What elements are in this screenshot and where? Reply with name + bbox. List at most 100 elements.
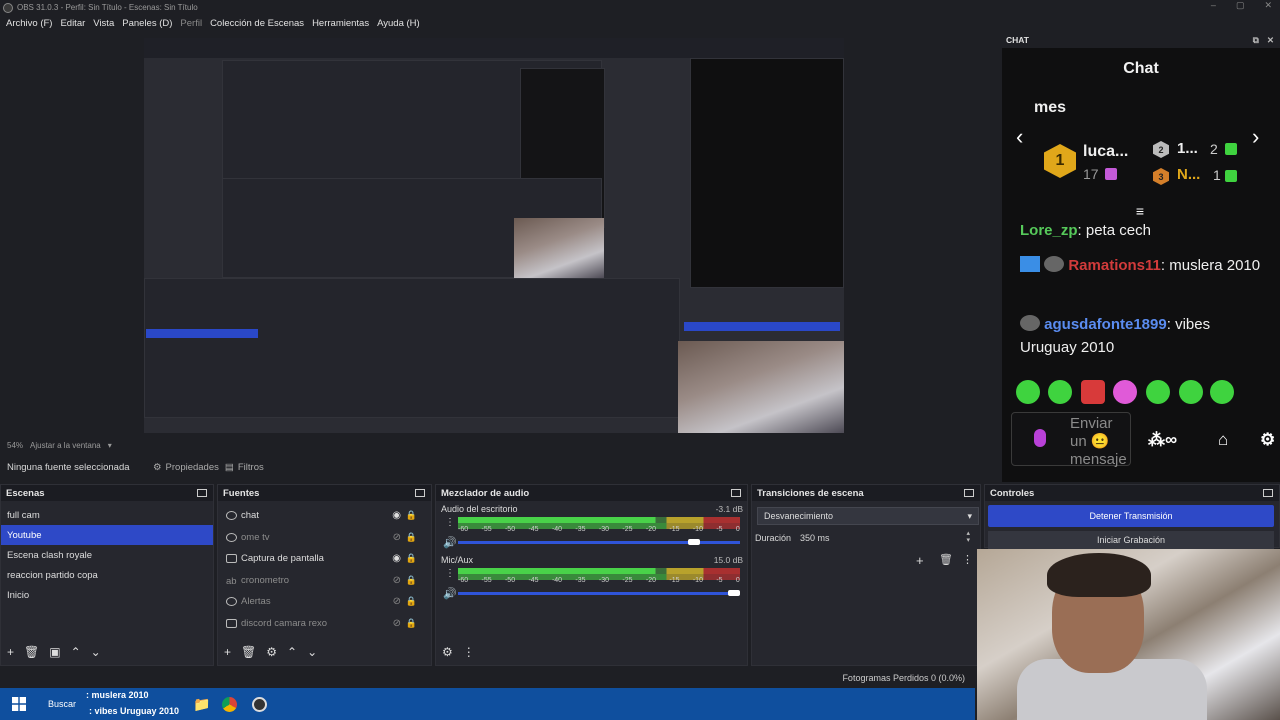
speaker-icon[interactable]: 🔊 (443, 587, 457, 600)
scene-item[interactable]: Escena clash royale (1, 545, 213, 565)
start-recording-button[interactable]: Iniciar Grabación (988, 531, 1274, 549)
menu-ayuda[interactable]: Ayuda (H) (377, 18, 420, 29)
gear-icon[interactable]: ⚙ (442, 645, 453, 659)
lock-icon[interactable]: 🔒 (406, 532, 417, 543)
chat-input[interactable]: Enviar un 😐 mensaje (1011, 412, 1131, 468)
float-icon[interactable] (964, 489, 974, 497)
kebab-menu-icon[interactable]: ⋮ (445, 568, 455, 579)
mic-icon[interactable] (1034, 429, 1046, 447)
eye-icon[interactable]: ◉ (392, 553, 401, 564)
menu-vista[interactable]: Vista (93, 18, 114, 29)
lock-icon[interactable]: 🔒 (406, 553, 417, 564)
close-button[interactable]: ✕ (1264, 0, 1272, 11)
eye-hidden-icon[interactable]: ⊘ (393, 575, 401, 586)
scene-item[interactable]: Inicio (1, 585, 213, 605)
close-icon[interactable]: ✕ (1267, 35, 1274, 46)
chevron-right-icon[interactable]: › (1252, 124, 1259, 150)
transition-select[interactable]: Desvanecimiento ▾ (757, 507, 979, 525)
lock-icon[interactable]: 🔒 (406, 510, 417, 521)
add-icon[interactable]: + (224, 645, 231, 659)
meter-tick-label: -5 (716, 577, 723, 584)
add-icon[interactable]: + (7, 645, 14, 659)
chevron-left-icon[interactable]: ‹ (1016, 124, 1023, 150)
up-icon[interactable]: ⌃ (287, 645, 297, 659)
source-item[interactable]: Captura de pantalla ◉ 🔒 (218, 548, 431, 570)
filters-button[interactable]: ▤ Filtros (225, 462, 264, 473)
windows-start-icon[interactable] (12, 697, 26, 711)
chat-username[interactable]: Ramations11 (1068, 257, 1161, 274)
menu-bar: Archivo (F) Editar Vista Paneles (D) Per… (0, 15, 1000, 32)
folder-icon[interactable]: 📁 (193, 696, 210, 713)
stop-stream-button[interactable]: Detener Transmisión (988, 505, 1274, 527)
eye-icon[interactable]: ◉ (392, 510, 401, 521)
float-icon[interactable]: ⧉ (1253, 35, 1259, 46)
preview-canvas[interactable]: 54% Ajustar a la ventana ▾ (0, 33, 1000, 450)
eye-hidden-icon[interactable]: ⊘ (393, 596, 401, 607)
collapse-pin-icon[interactable]: ≡ (1131, 204, 1149, 218)
source-item[interactable]: Alertas ⊘ 🔒 (218, 591, 431, 613)
down-icon[interactable]: ⌄ (307, 645, 317, 659)
source-item[interactable]: discord camara rexo ⊘ 🔒 (218, 613, 431, 635)
chrome-icon[interactable] (222, 696, 237, 712)
meter-scale: -60 -55 -50 -45 -40 -35 -30 -25 -20 -15 -10 -5 0 (458, 577, 740, 584)
kebab-menu-icon[interactable]: ⋮ (445, 517, 455, 528)
down-icon[interactable]: ⌄ (91, 645, 101, 659)
menu-paneles[interactable]: Paneles (D) (122, 18, 172, 29)
volume-slider-handle[interactable] (687, 539, 700, 545)
eye-hidden-icon[interactable]: ⊘ (393, 532, 401, 543)
lock-icon[interactable]: 🔒 (406, 618, 417, 629)
duration-input[interactable]: 350 ms (800, 533, 830, 543)
trash-icon[interactable]: 🗑 (24, 645, 39, 659)
taskbar-search[interactable]: Buscar (48, 699, 76, 709)
maximize-button[interactable]: ▢ (1236, 0, 1245, 11)
chat-username[interactable]: agusdafonte1899 (1044, 316, 1167, 333)
scene-item[interactable]: Youtube (1, 525, 213, 545)
trash-icon[interactable]: 🗑 (939, 553, 953, 566)
lock-icon[interactable]: 🔒 (406, 575, 417, 586)
add-icon[interactable]: + (916, 553, 924, 568)
menu-perfil[interactable]: Perfil (180, 18, 202, 29)
float-icon[interactable] (197, 489, 207, 497)
float-icon[interactable] (415, 489, 425, 497)
bits-icon[interactable]: ⁂∞ (1148, 430, 1177, 450)
duration-stepper[interactable]: ▴ ▾ (966, 530, 970, 544)
source-item[interactable]: ab cronometro ⊘ 🔒 (218, 570, 431, 592)
kebab-menu-icon[interactable]: ⋮ (962, 553, 973, 566)
kebab-menu-icon[interactable]: ⋮ (463, 645, 475, 659)
gear-icon[interactable]: ⚙ (1260, 430, 1275, 450)
speaker-icon[interactable]: 🔊 (443, 536, 457, 549)
float-icon[interactable] (1263, 489, 1273, 497)
emote-icon (1210, 380, 1234, 404)
chevron-down-icon[interactable]: ▾ (108, 441, 112, 450)
lock-icon[interactable]: 🔒 (406, 596, 417, 607)
properties-button[interactable]: ⚙ Propiedades (153, 462, 219, 473)
volume-slider[interactable] (458, 539, 740, 545)
third-gifter-name: N... (1177, 166, 1201, 183)
trash-icon[interactable]: 🗑 (241, 645, 256, 659)
source-item[interactable]: chat ◉ 🔒 (218, 505, 431, 527)
chat-text: muslera 2010 (1169, 257, 1261, 274)
chat-username[interactable]: Lore_zp (1020, 222, 1078, 239)
menu-editar[interactable]: Editar (60, 18, 85, 29)
fit-window-dropdown[interactable]: Ajustar a la ventana (30, 441, 101, 450)
chat-dock: CHAT ⧉ ✕ Chat mes ‹ › 1 luca... 17 2 1...… (1002, 32, 1280, 482)
minimize-button[interactable]: – (1211, 0, 1216, 11)
obs-taskbar-icon[interactable] (252, 696, 267, 712)
menu-herramientas[interactable]: Herramientas (312, 18, 369, 29)
scene-item[interactable]: full cam (1, 505, 213, 525)
menu-coleccion-escenas[interactable]: Colección de Escenas (210, 18, 304, 29)
eye-hidden-icon[interactable]: ⊘ (393, 618, 401, 629)
store-icon[interactable]: ⌂ (1218, 430, 1228, 450)
controls-title: Controles (990, 487, 1035, 499)
volume-slider[interactable] (458, 590, 740, 596)
gear-icon[interactable]: ⚙ (266, 645, 277, 659)
volume-slider-handle[interactable] (728, 590, 740, 596)
filter-icon[interactable]: ▣ (49, 645, 60, 659)
scene-item[interactable]: reaccion partido copa (1, 565, 213, 585)
mixer-channel-db: 15.0 dB (713, 555, 743, 565)
second-gifter-count: 2 (1210, 141, 1218, 157)
up-icon[interactable]: ⌃ (71, 645, 81, 659)
float-icon[interactable] (731, 489, 741, 497)
menu-archivo[interactable]: Archivo (F) (6, 18, 52, 29)
source-item[interactable]: ome tv ⊘ 🔒 (218, 527, 431, 549)
